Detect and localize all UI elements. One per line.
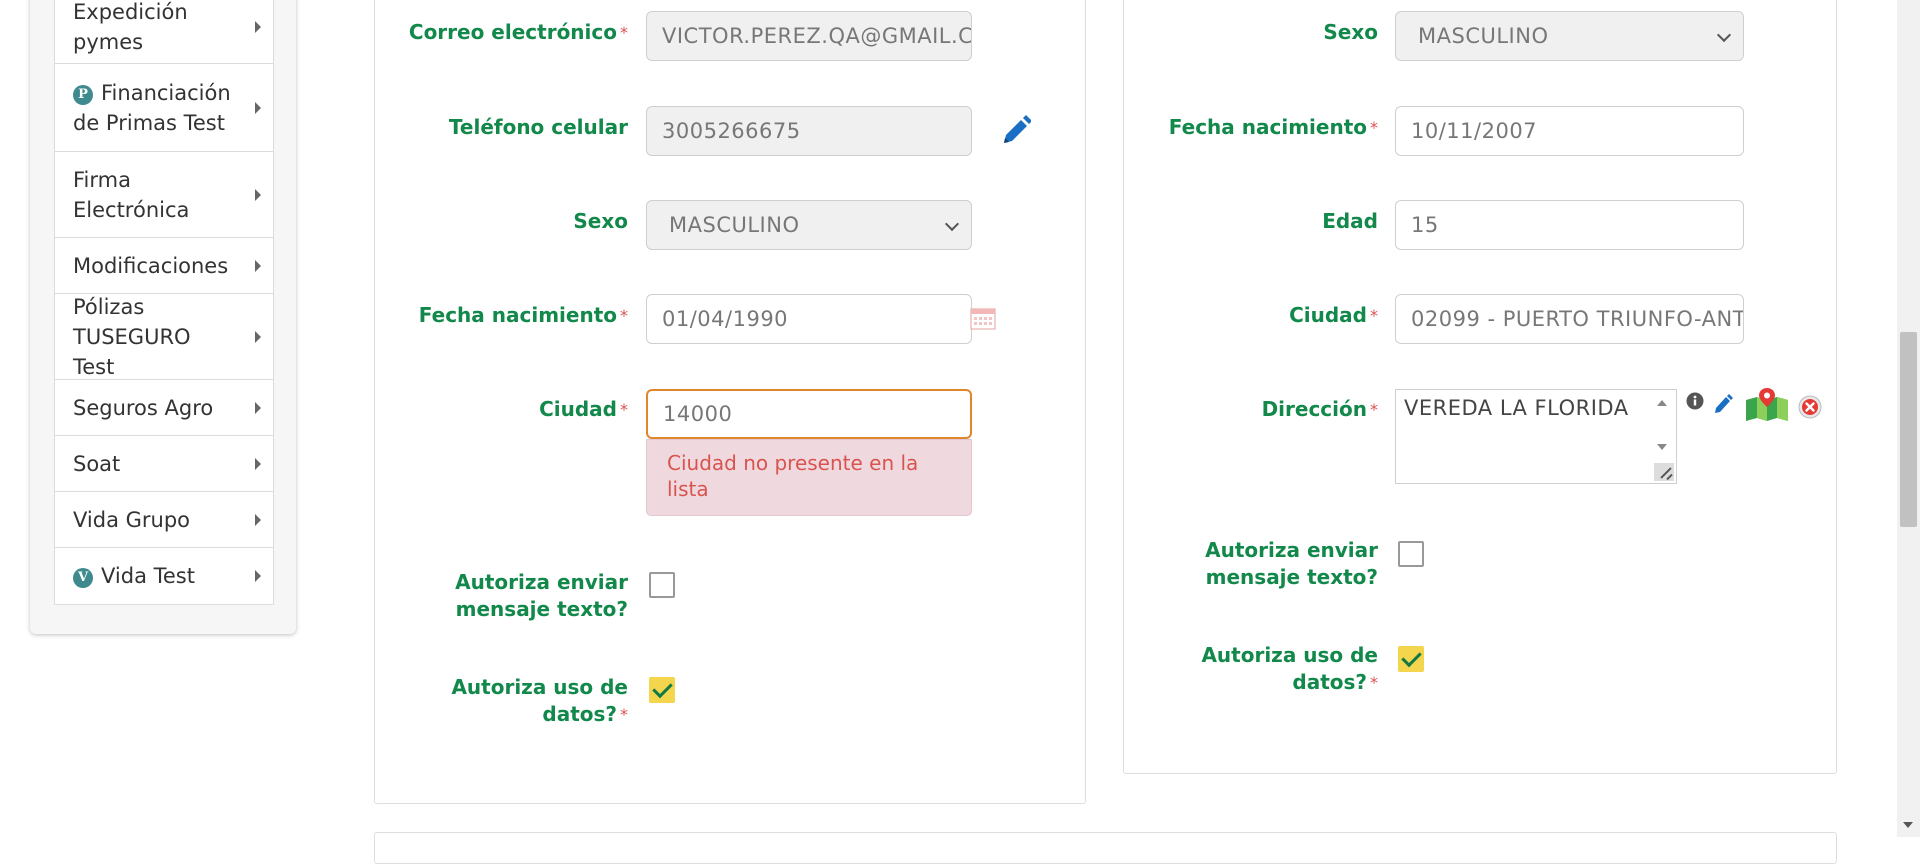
data-use-checkbox[interactable]: [649, 677, 675, 703]
sidebar-item-label: Modificaciones: [73, 253, 229, 278]
scroll-down-icon[interactable]: [1903, 822, 1913, 828]
sidebar-item-vida-grupo[interactable]: Vida Grupo: [55, 491, 273, 547]
phone-label: Teléfono celular: [448, 115, 628, 139]
caret-right-icon: [255, 401, 261, 414]
address-label: Dirección *: [1261, 397, 1378, 421]
caret-right-icon: [255, 570, 261, 582]
caret-right-icon: [255, 188, 261, 201]
v-badge-icon: V: [73, 568, 93, 588]
p-badge-icon: P: [73, 84, 93, 105]
birthdate-field[interactable]: 01/04/1990: [646, 294, 972, 344]
sidebar-item-label: Vida Test: [101, 564, 195, 588]
scrollbar-thumb[interactable]: [1900, 332, 1917, 527]
age-label: Edad: [1322, 209, 1378, 233]
right-birthdate-label: Fecha nacimiento *: [1168, 115, 1378, 139]
calendar-icon[interactable]: [970, 308, 996, 330]
map-location-icon[interactable]: [1745, 388, 1789, 422]
sidebar-item-label: Pólizas TUSEGURO Test: [73, 294, 191, 379]
pencil-edit-icon[interactable]: [1001, 114, 1031, 146]
right-sex-select-value: MASCULINO: [1418, 24, 1549, 48]
right-city-field[interactable]: 02099 - PUERTO TRIUNFO-ANTIOQUIA: [1395, 294, 1744, 344]
sidebar-item-label: Soat: [73, 451, 121, 476]
scroll-up-icon: [1657, 400, 1667, 406]
sex-select[interactable]: MASCULINO: [646, 200, 972, 250]
sidebar-item-label: Firma Electrónica: [73, 167, 190, 222]
caret-right-icon: [255, 330, 261, 343]
sidebar-item-expedicion-pymes[interactable]: Expedición pymes: [55, 0, 273, 63]
sidebar-item-modificaciones[interactable]: Modificaciones: [55, 237, 273, 293]
sidebar-item-label: Vida Grupo: [73, 507, 191, 532]
city-field[interactable]: 14000: [646, 389, 972, 439]
right-sex-label: Sexo: [1323, 20, 1378, 44]
address-value: VEREDA LA FLORIDA: [1404, 396, 1629, 420]
city-error-message: Ciudad no presente en la lista: [646, 439, 972, 516]
sidebar-item-soat[interactable]: Soat: [55, 435, 273, 491]
info-icon[interactable]: [1686, 392, 1704, 410]
right-sms-label: Autoriza enviar mensaje texto?: [1205, 538, 1378, 589]
page-scrollbar[interactable]: [1897, 0, 1920, 837]
caret-right-icon: [255, 513, 261, 526]
sms-checkbox[interactable]: [649, 572, 675, 598]
right-city-label: Ciudad *: [1289, 303, 1378, 327]
city-label: Ciudad *: [539, 397, 628, 421]
right-data-use-checkbox[interactable]: [1398, 646, 1424, 672]
sidebar-item-label: Expedición pymes: [73, 0, 188, 54]
right-sex-select[interactable]: MASCULINO: [1395, 11, 1744, 61]
right-sms-checkbox[interactable]: [1398, 541, 1424, 567]
resize-grip-icon[interactable]: [1654, 463, 1674, 481]
sex-label: Sexo: [573, 209, 628, 233]
address-textarea[interactable]: VEREDA LA FLORIDA: [1395, 389, 1677, 484]
sidebar: Expedición pymes P Financiación de Primas…: [30, 0, 296, 634]
right-birthdate-field[interactable]: 10/11/2007: [1395, 106, 1744, 156]
scroll-down-icon: [1657, 444, 1667, 450]
right-data-use-label: Autoriza uso de datos? *: [1201, 643, 1378, 694]
caret-right-icon: [255, 457, 261, 470]
sidebar-menu: Expedición pymes P Financiación de Primas…: [54, 0, 274, 605]
pencil-edit-icon[interactable]: [1713, 393, 1733, 415]
phone-field[interactable]: 3005266675: [646, 106, 972, 156]
data-use-label: Autoriza uso de datos? *: [451, 675, 628, 726]
birthdate-label: Fecha nacimiento *: [418, 303, 628, 327]
caret-right-icon: [255, 101, 261, 114]
delete-icon[interactable]: [1798, 395, 1822, 419]
chevron-down-icon: [944, 216, 960, 232]
email-field[interactable]: VICTOR.PEREZ.QA@GMAIL.COM: [646, 11, 972, 61]
sex-select-value: MASCULINO: [669, 213, 800, 237]
caret-right-icon: [255, 259, 261, 272]
age-field[interactable]: 15: [1395, 200, 1744, 250]
chevron-down-icon: [1716, 27, 1732, 43]
sms-label: Autoriza enviar mensaje texto?: [455, 570, 628, 621]
caret-right-icon: [255, 20, 261, 33]
sidebar-item-financiacion[interactable]: P Financiación de Primas Test: [55, 63, 273, 151]
sidebar-item-seguros-agro[interactable]: Seguros Agro: [55, 379, 273, 435]
textarea-scrollbar[interactable]: [1650, 392, 1674, 481]
email-label: Correo electrónico *: [408, 20, 628, 44]
sidebar-item-label: Seguros Agro: [73, 395, 214, 420]
sidebar-item-firma-electronica[interactable]: Firma Electrónica: [55, 151, 273, 237]
sidebar-item-polizas-tuseguro[interactable]: Pólizas TUSEGURO Test: [55, 293, 273, 379]
sidebar-item-vida-test[interactable]: V Vida Test: [55, 547, 273, 604]
sidebar-item-label: Financiación de Primas Test: [73, 80, 231, 135]
